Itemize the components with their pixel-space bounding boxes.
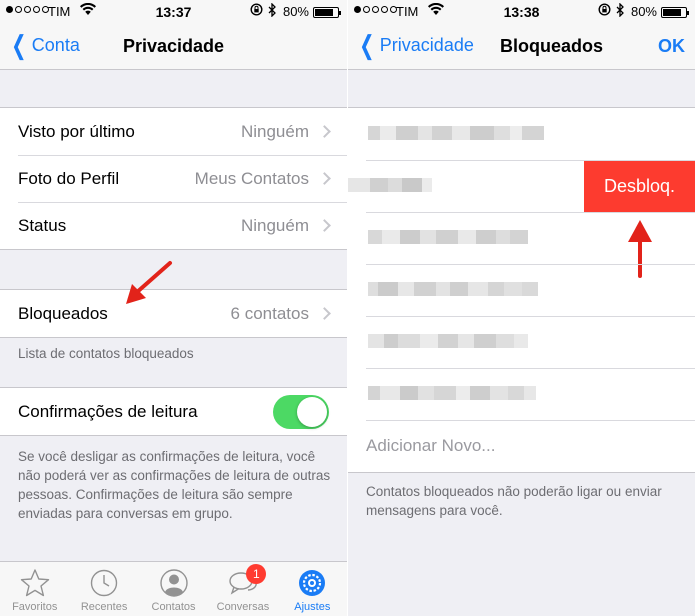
rotation-lock-icon <box>250 3 263 19</box>
bluetooth-icon <box>616 2 625 20</box>
row-value: Ninguém <box>240 215 309 235</box>
status-bar: TIM 13:37 80% <box>0 0 347 24</box>
tab-label: Conversas <box>216 601 270 613</box>
privacy-settings-group: Visto por último Ninguém Foto do Perfil … <box>0 107 347 250</box>
read-receipts-row: Confirmações de leitura <box>0 388 347 435</box>
chevron-right-icon <box>318 172 331 185</box>
tab-label: Recentes <box>80 601 128 613</box>
tab-contacts[interactable]: Contatos <box>139 562 208 616</box>
tab-label: Contatos <box>151 601 196 613</box>
blurred-contact-name <box>368 282 538 296</box>
row-label: Foto do Perfil <box>18 168 120 188</box>
tab-settings[interactable]: Ajustes <box>278 562 347 616</box>
chevron-right-icon <box>318 125 331 138</box>
blocked-footer-note: Contatos bloqueados não poderão ligar ou… <box>366 484 662 518</box>
unblock-button[interactable]: Desbloq. <box>584 160 695 212</box>
navigation-bar: ❮ Privacidade Bloqueados OK <box>348 24 695 70</box>
battery-percent: 80% <box>630 4 657 19</box>
navigation-bar: ❮ Conta Privacidade <box>0 24 347 70</box>
chevron-right-icon <box>318 219 331 232</box>
tab-bar: Favoritos Recentes Contatos 1 Conversas … <box>0 561 347 616</box>
blocked-contact-row[interactable] <box>348 316 695 368</box>
blurred-contact-name <box>368 126 544 140</box>
row-label: Bloqueados <box>18 303 108 323</box>
annotation-arrow-icon <box>628 220 652 278</box>
row-label: Confirmações de leitura <box>18 401 198 421</box>
read-receipts-group: Confirmações de leitura <box>0 387 347 436</box>
add-new-label: Adicionar Novo... <box>366 436 496 455</box>
blurred-contact-name <box>368 230 528 244</box>
gear-icon <box>299 570 326 596</box>
blurred-contact-name <box>348 178 432 192</box>
battery-percent: 80% <box>282 4 309 19</box>
blocked-contact-row[interactable] <box>348 368 695 420</box>
blocked-contacts-list: Desbloq. Adicionar Novo... <box>348 107 695 473</box>
unread-badge: 1 <box>246 564 267 584</box>
profile-photo-row[interactable]: Foto do Perfil Meus Contatos <box>0 155 347 202</box>
tab-favorites[interactable]: Favoritos <box>0 562 69 616</box>
blocked-contacts-screen: TIM 13:38 80% ❮ Privacidade Bloqueados O… <box>348 0 695 616</box>
page-title: Bloqueados <box>499 36 603 56</box>
blocked-note: Lista de contatos bloqueados <box>18 346 194 361</box>
ok-button[interactable]: OK <box>658 36 685 57</box>
bluetooth-icon <box>268 2 277 20</box>
read-receipts-toggle[interactable] <box>273 394 329 429</box>
chevron-right-icon <box>318 307 331 320</box>
privacy-screen: TIM 13:37 80% ❮ Conta Privacidade Visto … <box>0 0 347 616</box>
row-value: 6 contatos <box>230 303 309 323</box>
row-value: Meus Contatos <box>194 168 309 188</box>
tab-chats[interactable]: 1 Conversas <box>208 562 277 616</box>
tab-label: Ajustes <box>294 601 331 613</box>
row-label: Status <box>18 215 67 235</box>
status-row[interactable]: Status Ninguém <box>0 202 347 249</box>
blocked-contact-row-swiped[interactable]: Desbloq. <box>348 160 695 212</box>
add-new-row[interactable]: Adicionar Novo... <box>348 420 695 472</box>
battery-icon <box>661 7 689 18</box>
blurred-contact-name <box>368 386 536 400</box>
chevron-left-icon: ❮ <box>359 30 375 60</box>
annotation-arrow-icon <box>126 261 172 304</box>
status-bar: TIM 13:38 80% <box>348 0 695 24</box>
star-icon <box>20 569 49 597</box>
blocked-contact-row[interactable] <box>348 108 695 160</box>
last-seen-row[interactable]: Visto por último Ninguém <box>0 108 347 155</box>
blurred-contact-name <box>368 334 528 348</box>
tab-label: Favoritos <box>12 601 58 613</box>
rotation-lock-icon <box>598 3 611 19</box>
row-value: Ninguém <box>240 121 309 141</box>
clock-icon <box>90 569 118 597</box>
tab-recents[interactable]: Recentes <box>69 562 138 616</box>
battery-icon <box>313 7 341 18</box>
row-label: Visto por último <box>18 121 135 141</box>
read-receipts-note: Se você desligar as confirmações de leit… <box>18 449 331 521</box>
person-icon <box>159 569 188 597</box>
page-title: Privacidade <box>122 36 225 56</box>
